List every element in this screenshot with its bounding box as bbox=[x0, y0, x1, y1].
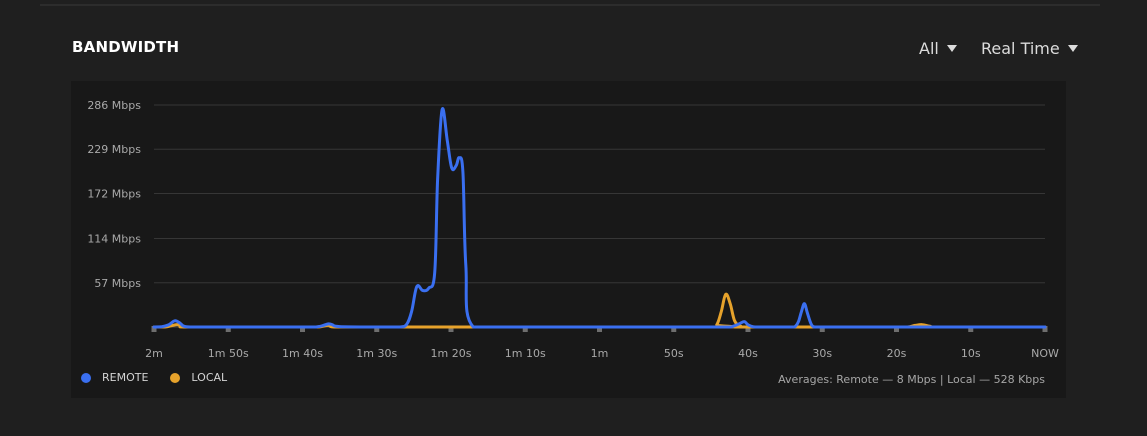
x-tick-label: 1m 20s bbox=[431, 347, 472, 360]
x-tick-label: NOW bbox=[1031, 347, 1059, 360]
legend-remote-label: REMOTE bbox=[102, 371, 149, 384]
y-tick-label: 229 Mbps bbox=[87, 143, 141, 156]
y-tick-label: 172 Mbps bbox=[87, 187, 141, 200]
x-tick-label: 1m 40s bbox=[282, 347, 323, 360]
legend-item-local: LOCAL bbox=[170, 371, 227, 384]
local-legend-dot-icon bbox=[170, 372, 181, 383]
x-tick-label: 1m 30s bbox=[356, 347, 397, 360]
x-tick-label: 1m 50s bbox=[208, 347, 249, 360]
legend-local-label: LOCAL bbox=[191, 371, 228, 384]
local-series-line bbox=[152, 292, 1047, 329]
remote-series-line bbox=[152, 107, 1047, 329]
x-tick-label: 40s bbox=[738, 347, 758, 360]
x-tick-label: 10s bbox=[961, 347, 981, 360]
y-tick-label: 286 Mbps bbox=[87, 99, 141, 112]
x-tick-label: 1m 10s bbox=[505, 347, 546, 360]
y-tick-label: 57 Mbps bbox=[94, 277, 141, 290]
x-tick-label: 30s bbox=[812, 347, 832, 360]
y-tick-label: 114 Mbps bbox=[87, 233, 141, 246]
x-tick-label: 2m bbox=[145, 347, 163, 360]
averages-text: Averages: Remote — 8 Mbps | Local — 528 … bbox=[778, 373, 1045, 386]
chart-legend: REMOTE LOCAL bbox=[81, 371, 249, 384]
legend-item-remote: REMOTE bbox=[81, 371, 148, 384]
x-tick-label: 1m bbox=[591, 347, 609, 360]
remote-legend-dot-icon bbox=[81, 372, 91, 383]
x-tick-label: 50s bbox=[664, 347, 684, 360]
x-tick-label: 20s bbox=[887, 347, 907, 360]
